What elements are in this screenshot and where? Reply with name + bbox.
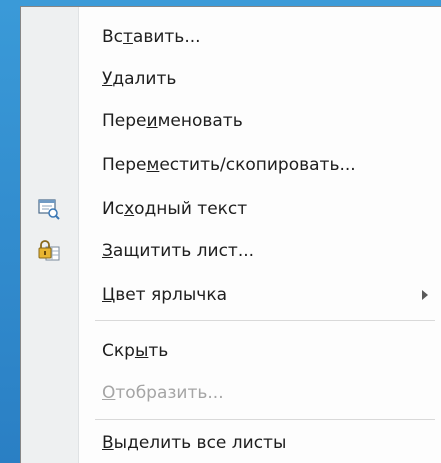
menu-item-label: Вставить... [102, 27, 201, 47]
menu-item-view-code[interactable]: Исходный текст [21, 189, 441, 229]
menu-item-rename[interactable]: Переименовать [21, 101, 441, 141]
menu-separator [95, 419, 435, 420]
menu-item-label: Цвет ярлычка [102, 285, 228, 305]
menu-item-tab-color[interactable]: Цвет ярлычка [21, 275, 441, 315]
menu-item-select-all-sheets[interactable]: Выделить все листы [21, 423, 441, 463]
window-background-left [0, 0, 20, 463]
menu-item-protect-sheet[interactable]: Защитить лист... [21, 231, 441, 271]
view-code-icon [38, 199, 60, 220]
menu-item-label: Скрыть [102, 341, 169, 361]
lock-sheet-icon [38, 240, 60, 261]
menu-item-label: Удалить [102, 69, 177, 89]
menu-item-label: Защитить лист... [102, 241, 255, 261]
menu-item-label: Отобразить... [102, 383, 224, 403]
sheet-tab-context-menu: Вставить... Удалить Переименовать Переме… [20, 6, 441, 463]
menu-item-move-copy[interactable]: Переместить/скопировать... [21, 145, 441, 185]
menu-item-label: Переместить/скопировать... [102, 155, 356, 175]
menu-separator [95, 320, 435, 321]
menu-item-unhide: Отобразить... [21, 373, 441, 413]
menu-item-label: Исходный текст [102, 199, 248, 219]
menu-item-insert[interactable]: Вставить... [21, 17, 441, 57]
menu-item-hide[interactable]: Скрыть [21, 331, 441, 371]
menu-item-label: Выделить все листы [102, 433, 287, 453]
menu-item-label: Переименовать [102, 111, 243, 131]
submenu-arrow-icon [422, 290, 428, 300]
menu-item-delete[interactable]: Удалить [21, 59, 441, 99]
